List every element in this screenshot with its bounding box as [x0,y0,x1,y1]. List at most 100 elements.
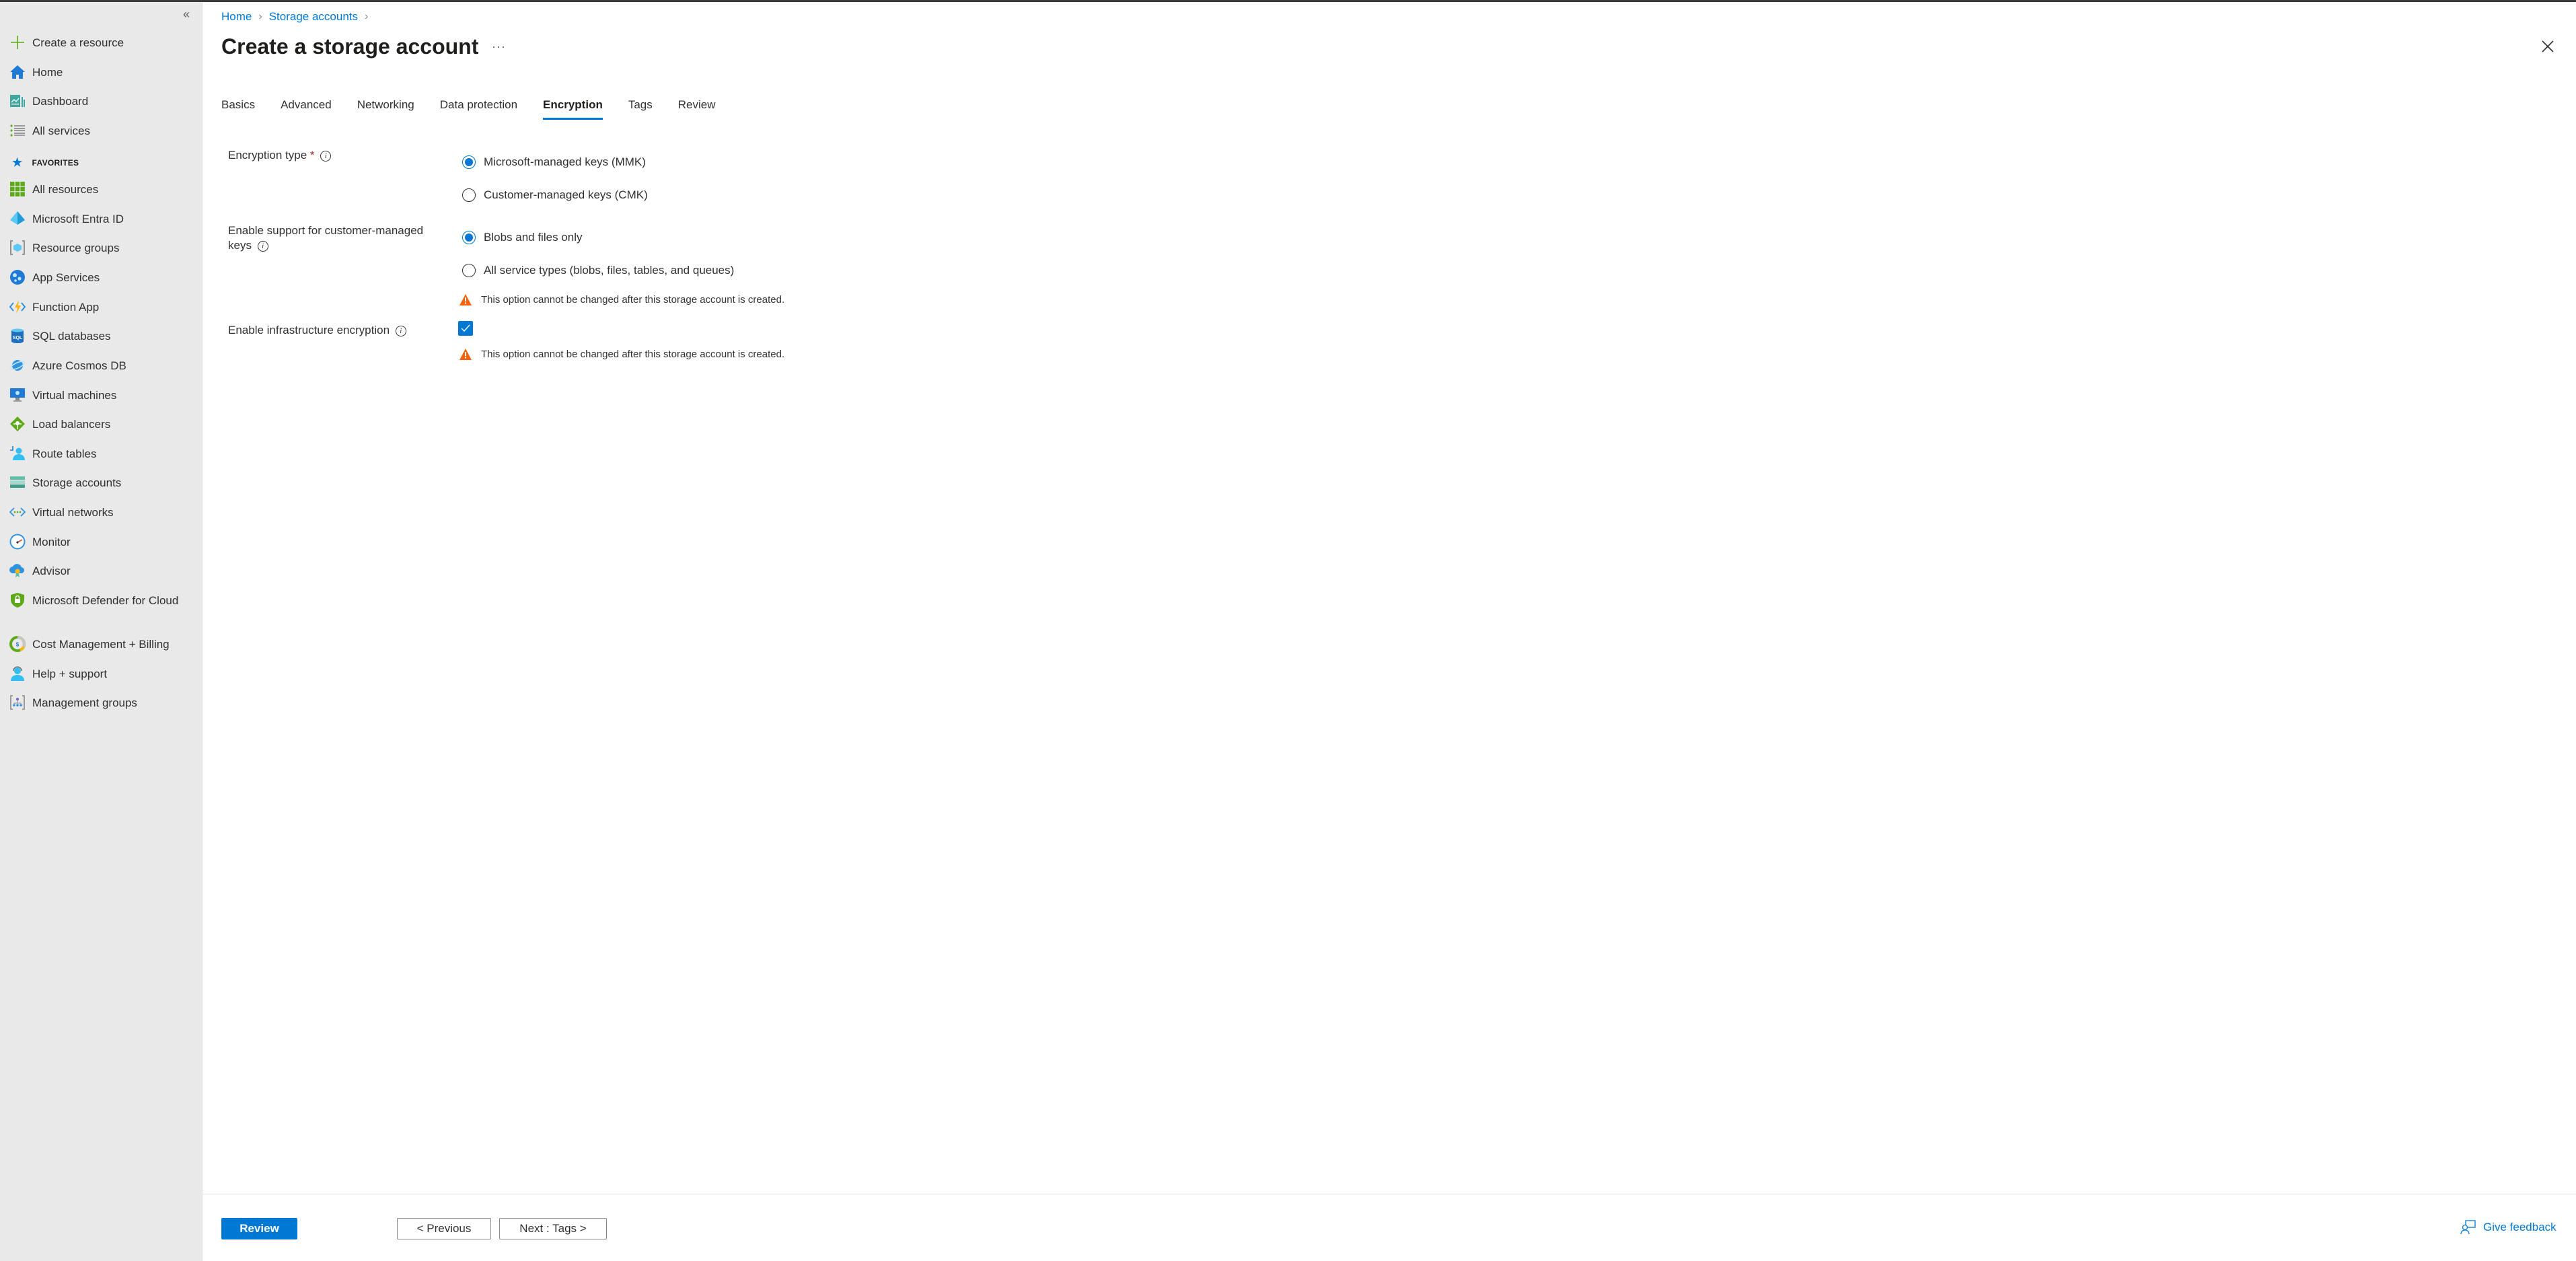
radio-button[interactable] [462,188,476,202]
close-icon[interactable] [2540,39,2555,54]
sidebar-item-virtual-networks[interactable]: Virtual networks [9,505,198,532]
resource-group-icon [9,240,26,256]
cost-icon: $ [9,636,26,652]
radio-label: Blobs and files only [484,231,583,244]
sidebar-item-label: Dashboard [32,95,89,108]
favorites-heading-label: FAVORITES [32,158,79,168]
sidebar-item-monitor[interactable]: Monitor [9,534,198,562]
tab-basics[interactable]: Basics [221,98,255,118]
sidebar-item-label: Cost Management + Billing [32,638,170,651]
more-options-button[interactable]: ··· [492,40,506,54]
sidebar-item-app-services[interactable]: App Services [9,270,198,297]
sidebar-item-label: All services [32,124,90,137]
sidebar-item-microsoft-entra-id[interactable]: Microsoft Entra ID [9,211,198,239]
wizard-tabs: Basics Advanced Networking Data protecti… [221,98,741,120]
breadcrumb: Home › Storage accounts › [221,10,375,24]
warning-text: This option cannot be changed after this… [481,294,785,305]
sidebar-item-create-a-resource[interactable]: Create a resource [9,36,198,63]
route-table-icon [9,445,26,462]
infrastructure-encryption-label-text: Enable infrastructure encryption [228,324,390,336]
radio-button-selected[interactable] [462,231,476,244]
vnet-icon [9,504,26,520]
sidebar-item-label: Route tables [32,447,97,460]
breadcrumb-storage-accounts[interactable]: Storage accounts [269,10,358,24]
sidebar-item-function-app[interactable]: Function App [9,300,198,327]
sidebar-item-virtual-machines[interactable]: Virtual machines [9,388,198,415]
sidebar-item-advisor[interactable]: Advisor [9,564,198,591]
feedback-icon [2460,1220,2476,1235]
sidebar-item-label: Microsoft Entra ID [32,213,124,225]
review-button[interactable]: Review [221,1218,297,1239]
sidebar-item-microsoft-defender-for-cloud[interactable]: Microsoft Defender for Cloud [9,593,198,620]
infrastructure-encryption-checkbox[interactable] [458,321,473,336]
warning-message: This option cannot be changed after this… [459,294,784,305]
tab-networking[interactable]: Networking [357,98,414,118]
breadcrumb-home[interactable]: Home [221,10,252,24]
sidebar-item-label: Help + support [32,668,108,680]
radio-button[interactable] [462,264,476,277]
sidebar-item-sql-databases[interactable]: SQL SQL databases [9,328,198,356]
radio-all-service-types[interactable]: All service types (blobs, files, tables,… [462,264,734,277]
monitor-icon [9,534,26,550]
collapse-sidebar-button[interactable]: « [183,7,190,22]
chevron-right-icon: › [258,11,262,22]
radio-label: Customer-managed keys (CMK) [484,188,648,201]
tab-tags[interactable]: Tags [628,98,653,118]
sidebar-item-dashboard[interactable]: Dashboard [9,94,198,121]
sidebar-item-management-groups[interactable]: Management groups [9,695,198,723]
checkmark-icon [461,324,470,332]
warning-message: This option cannot be changed after this… [459,349,784,360]
storage-icon [9,474,26,491]
info-icon[interactable]: i [257,240,268,252]
sidebar-item-label: Load balancers [32,418,111,431]
radio-microsoft-managed-keys[interactable]: Microsoft-managed keys (MMK) [462,155,646,169]
tab-data-protection[interactable]: Data protection [440,98,517,118]
sidebar-item-azure-cosmos-db[interactable]: Azure Cosmos DB [9,359,198,386]
encryption-type-label-text: Encryption type [228,149,307,161]
sidebar-item-all-resources[interactable]: All resources [9,182,198,209]
sidebar: « Create a resource Home Dashboard All s… [0,2,202,1261]
grid-icon [9,181,26,197]
sidebar-item-label: Monitor [32,536,71,548]
sidebar-item-label: Resource groups [32,242,120,254]
sidebar-item-label: Storage accounts [32,476,122,489]
sidebar-item-resource-groups[interactable]: Resource groups [9,240,198,268]
main-content: Home › Storage accounts › Create a stora… [202,2,2576,1261]
previous-button[interactable]: < Previous [397,1218,491,1239]
radio-blobs-and-files-only[interactable]: Blobs and files only [462,231,582,244]
sidebar-item-label: Virtual networks [32,506,114,519]
sidebar-item-label: Virtual machines [32,389,117,402]
warning-icon [459,294,472,305]
sidebar-item-home[interactable]: Home [9,65,198,92]
give-feedback-link[interactable]: Give feedback [2460,1220,2556,1235]
sidebar-item-all-services[interactable]: All services [9,124,198,151]
radio-button-selected[interactable] [462,155,476,169]
cosmos-icon [9,357,26,373]
sidebar-item-label: Home [32,66,63,79]
info-icon[interactable]: i [320,150,332,161]
sidebar-item-label: Management groups [32,696,137,709]
sidebar-item-label: Advisor [32,565,71,577]
vm-icon [9,387,26,403]
next-tags-button[interactable]: Next : Tags > [499,1218,607,1239]
list-icon [9,122,26,139]
page-title: Create a storage account [221,34,479,59]
warning-text: This option cannot be changed after this… [481,349,785,360]
sidebar-item-route-tables[interactable]: Route tables [9,445,198,474]
dashboard-icon [9,93,26,109]
sidebar-item-label: App Services [32,271,100,284]
sidebar-item-help-support[interactable]: Help + support [9,666,198,694]
tab-advanced[interactable]: Advanced [281,98,332,118]
sidebar-item-label: All resources [32,183,99,196]
radio-label: All service types (blobs, files, tables,… [484,264,735,277]
sidebar-item-storage-accounts[interactable]: Storage accounts [9,476,198,503]
cmk-support-label: Enable support for customer-managed keys… [228,223,430,253]
tab-review[interactable]: Review [678,98,716,118]
tab-encryption[interactable]: Encryption [543,98,603,120]
chevron-right-icon: › [365,11,369,22]
info-icon[interactable]: i [395,325,406,336]
sidebar-item-load-balancers[interactable]: Load balancers [9,417,198,444]
defender-icon [9,592,26,608]
sidebar-item-cost-management-billing[interactable]: $ Cost Management + Billing [9,636,198,664]
radio-customer-managed-keys[interactable]: Customer-managed keys (CMK) [462,188,648,202]
